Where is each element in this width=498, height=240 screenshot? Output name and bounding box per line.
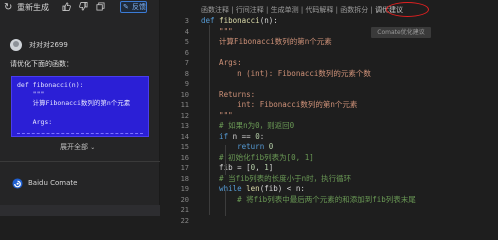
line-number: 9 [184,80,189,88]
fold-divider [17,133,143,134]
chat-toolbar: ↻ 重新生成 ✎ 反馈 [0,0,160,15]
line-number-gutter: 3 4 5 6 7 8 9 10 11 12 13 14 15 16 17 18 19 20 21 22 [161,0,197,225]
expand-all-button[interactable]: 展开全部 ⌄ [60,142,95,152]
code-token: int: Fibonacci数列的第n个元素 [201,100,358,109]
chevron-down-icon: ⌄ [90,144,96,151]
line-number: 10 [180,90,189,99]
expand-all-label: 展开全部 [60,143,88,151]
line-number: 12 [180,111,189,120]
highlight-circle [386,2,429,17]
line-number: 6 [184,48,189,57]
code-snippet-card: def fibonacci(n): """ 计算Fibonacci数列的第n个元… [11,76,149,137]
line-number: 15 [180,143,189,151]
code-line: """ [201,111,233,121]
code-line: if n == 0: [201,132,264,142]
code-token: len [246,184,260,193]
code-line: def fibonacci(n): [201,16,278,26]
codelens-item[interactable]: 函数注释 [201,6,229,14]
divider [0,161,160,162]
codelens-separator: | [229,6,236,14]
code-token: # 当fib列表的长度小于n时，执行循环 [201,173,352,183]
line-number: 13 [180,122,189,130]
code-token: # 如果n为0，则返回0 [201,121,295,130]
tooltip: Comate优化建议 [371,27,431,38]
line-number: 11 [180,101,189,109]
code-token: # 将fib列表中最后两个元素的和添加到fib列表末尾 [201,194,416,204]
line-number: 20 [180,195,189,204]
code-token: (fib) < n: [259,184,305,193]
code-line: while len(fib) < n: [201,184,305,194]
line-number: 19 [180,185,189,193]
regenerate-button[interactable]: 重新生成 [17,2,49,13]
indent-guide [225,190,226,216]
codelens-bar: 函数注释 | 行间注释 | 生成单测 | 代码解释 | 函数拆分 | 调优建议 [201,5,403,15]
feedback-button[interactable]: ✎ 反馈 [120,1,147,13]
line-number: 4 [184,27,189,36]
chat-panel: ↻ 重新生成 ✎ 反馈 对对对2699 请优化下面的函数： def fibona… [0,0,160,216]
code-line: """ [201,27,233,37]
avatar [10,39,22,51]
line-number: 8 [184,69,189,78]
code-editor[interactable]: 3 4 5 6 7 8 9 10 11 12 13 14 15 16 17 18 19 20 21 22 函数注释 |… [161,0,498,225]
code-token: while [201,184,247,193]
codelens-item[interactable]: 生成单测 [271,6,299,14]
indent-guide [225,145,226,175]
code-token: ] [268,163,274,172]
code-line: fib = [0, 1] [201,163,273,173]
copy-icon[interactable] [95,2,106,13]
input-area-edge [0,205,160,216]
codelens-separator: | [263,6,271,14]
line-number: 22 [180,216,189,225]
feedback-icon: ✎ [123,3,129,11]
code-line: Args: [201,58,242,68]
codelens-item[interactable]: 函数拆分 [340,6,368,14]
user-request-text: 请优化下面的函数： [10,60,73,68]
code-line: 计算Fibonacci数列的第n个元素 [201,37,332,47]
code-line: # 初始化fib列表为[0, 1] [201,153,314,163]
code-token: n (int): Fibonacci数列的元素个数 [201,68,371,78]
line-number: 21 [180,206,189,214]
line-number: 16 [180,153,189,162]
line-number: 17 [180,164,189,172]
codelens-item[interactable]: 行间注释 [236,6,264,14]
code-token: : [259,131,265,141]
line-number: 14 [180,132,189,141]
line-number: 18 [180,174,189,183]
code-token: return [201,142,269,151]
code-token: def [201,16,220,25]
code-token: Args: [201,58,242,67]
code-token: 0 [268,142,274,151]
line-number: 7 [184,59,189,67]
code-token: # 初始化fib列表为[0, 1] [201,152,314,162]
indent-guide [209,25,210,215]
code-token: , [255,163,265,172]
code-line: # 如果n为0，则返回0 [201,121,294,131]
code-snippet: def fibonacci(n): """ 计算Fibonacci数列的第n个元… [17,81,131,126]
refresh-icon[interactable]: ↻ [4,2,15,13]
code-line: n (int): Fibonacci数列的元素个数 [201,69,371,79]
comate-logo-icon [12,178,23,189]
user-name: 对对对2699 [29,41,68,49]
code-token: 计算Fibonacci数列的第n个元素 [201,37,332,46]
line-number: 5 [184,38,189,46]
thumbs-up-icon[interactable] [61,2,72,13]
code-line: # 将fib列表中最后两个元素的和添加到fib列表末尾 [201,195,416,205]
code-token: """ [201,26,233,36]
code-line: int: Fibonacci数列的第n个元素 [201,100,357,110]
code-line: # 当fib列表的长度小于n时，执行循环 [201,174,351,184]
codelens-item[interactable]: 代码解释 [305,6,333,14]
assistant-name: Baidu Comate [28,179,78,187]
thumbs-down-icon[interactable] [78,2,89,13]
code-token: fibonacci [219,16,260,25]
line-number: 3 [184,17,189,25]
code-token: n == [232,131,256,141]
code-token: """ [201,110,233,120]
code-line: return 0 [201,142,273,152]
code-token: (n): [259,16,278,25]
code-token: if [201,131,233,141]
